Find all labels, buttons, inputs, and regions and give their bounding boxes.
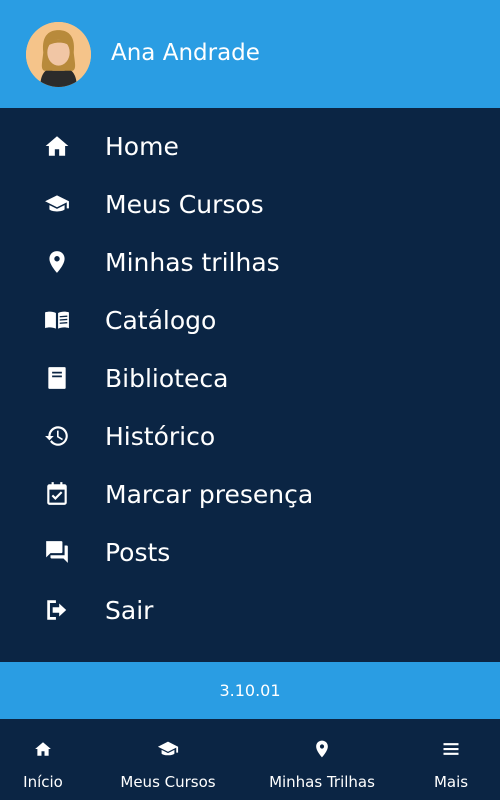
graduation-cap-icon — [157, 737, 179, 761]
history-icon — [42, 421, 72, 451]
user-name: Ana Andrade — [111, 40, 260, 66]
nav-item-meus-cursos[interactable]: Meus Cursos — [120, 719, 216, 800]
drawer-menu: Home Meus Cursos Minhas trilhas Catálogo… — [0, 117, 500, 639]
menu-item-meus-cursos[interactable]: Meus Cursos — [0, 175, 500, 233]
open-book-icon — [42, 305, 72, 335]
graduation-cap-icon — [42, 189, 72, 219]
map-pin-icon — [312, 737, 332, 761]
menu-item-label: Meus Cursos — [105, 189, 264, 219]
nav-item-mais[interactable]: Mais — [432, 719, 470, 800]
user-avatar-icon — [26, 22, 91, 87]
menu-item-label: Minhas trilhas — [105, 247, 280, 277]
menu-item-home[interactable]: Home — [0, 117, 500, 175]
version-bar: 3.10.01 — [0, 662, 500, 719]
menu-item-catalogo[interactable]: Catálogo — [0, 291, 500, 349]
menu-icon — [441, 737, 461, 761]
calendar-check-icon — [42, 479, 72, 509]
chat-icon — [42, 537, 72, 567]
menu-item-label: Biblioteca — [105, 363, 229, 393]
home-icon — [42, 131, 72, 161]
logout-icon — [42, 595, 72, 625]
menu-item-sair[interactable]: Sair — [0, 581, 500, 639]
menu-item-label: Home — [105, 131, 179, 161]
menu-item-label: Posts — [105, 537, 171, 567]
menu-item-label: Catálogo — [105, 305, 217, 335]
nav-label: Minhas Trilhas — [269, 773, 375, 791]
home-icon — [34, 737, 52, 761]
book-icon — [42, 363, 72, 393]
version-label: 3.10.01 — [219, 681, 281, 700]
menu-item-label: Histórico — [105, 421, 216, 451]
nav-label: Mais — [433, 773, 469, 791]
menu-item-marcar-presenca[interactable]: Marcar presença — [0, 465, 500, 523]
menu-item-biblioteca[interactable]: Biblioteca — [0, 349, 500, 407]
avatar[interactable] — [26, 22, 91, 87]
bottom-nav: Início Meus Cursos Minhas Trilhas Mais — [0, 719, 500, 800]
drawer-header: Ana Andrade — [0, 0, 500, 108]
nav-label: Meus Cursos — [120, 773, 216, 791]
map-pin-icon — [42, 247, 72, 277]
menu-item-posts[interactable]: Posts — [0, 523, 500, 581]
menu-item-minhas-trilhas[interactable]: Minhas trilhas — [0, 233, 500, 291]
menu-item-historico[interactable]: Histórico — [0, 407, 500, 465]
nav-item-inicio[interactable]: Início — [23, 719, 63, 800]
menu-item-label: Sair — [105, 595, 154, 625]
nav-label: Início — [23, 773, 63, 791]
nav-item-minhas-trilhas[interactable]: Minhas Trilhas — [269, 719, 375, 800]
menu-item-label: Marcar presença — [105, 479, 314, 509]
